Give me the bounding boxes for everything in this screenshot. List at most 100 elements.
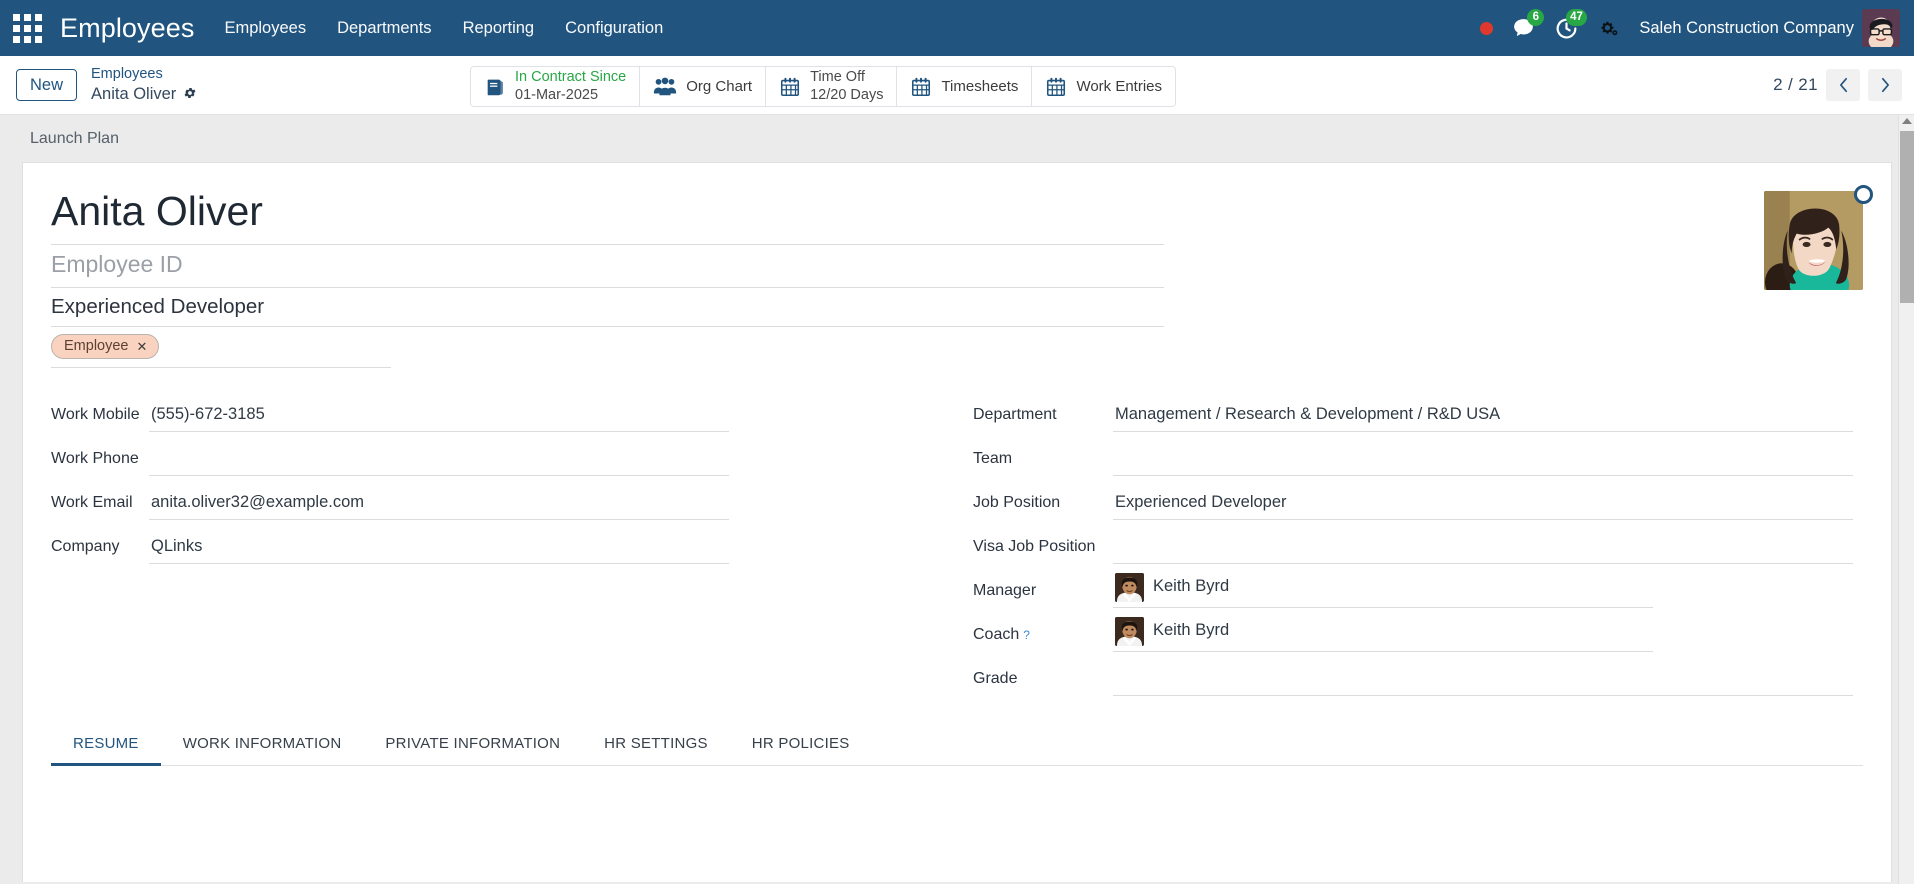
- field-company: Company QLinks: [51, 520, 923, 565]
- control-panel: New Employees Anita Oliver In Contract S…: [0, 56, 1914, 115]
- chat-bubble-icon[interactable]: 6: [1502, 8, 1545, 48]
- field-work-phone: Work Phone: [51, 432, 923, 477]
- app-name-employees[interactable]: Employees: [60, 13, 194, 44]
- employee-id-row: Employee ID: [51, 245, 1164, 288]
- apps-grid-dot: [34, 13, 42, 21]
- stat-text: In Contract Since 01-Mar-2025: [515, 69, 626, 103]
- tab-resume[interactable]: Resume: [51, 726, 161, 767]
- form-column-left: Work Mobile (555)-672-3185 Work Phone Wo…: [51, 388, 923, 696]
- field-visa-job-position: Visa Job Position: [973, 520, 1853, 565]
- help-icon[interactable]: ?: [1023, 628, 1030, 642]
- contract-book-glyph: [487, 79, 503, 95]
- tags-row[interactable]: Employee ✕: [51, 327, 391, 369]
- pager-previous-button[interactable]: [1826, 69, 1860, 101]
- field-label: Work Phone: [51, 450, 139, 468]
- gears-glyph: [1601, 21, 1618, 35]
- gears-icon[interactable]: [1588, 8, 1629, 48]
- manager-input[interactable]: Keith Byrd: [1113, 573, 1653, 609]
- apps-grid-dot: [23, 35, 31, 43]
- team-input[interactable]: [1113, 448, 1853, 477]
- form-column-right: Department Management / Research & Devel…: [973, 388, 1853, 697]
- pager: 2 / 21: [1773, 69, 1902, 101]
- menu-item-departments[interactable]: Departments: [335, 15, 433, 42]
- apps-grid-dot: [23, 24, 31, 32]
- job-position-input[interactable]: Experienced Developer: [1113, 492, 1853, 521]
- field-label: Department: [973, 406, 1057, 424]
- user-avatar[interactable]: [1862, 9, 1900, 47]
- field-label: Coach ?: [973, 626, 1113, 652]
- record-dot-shape: [1480, 21, 1494, 35]
- chevron-right-icon: [1881, 77, 1889, 93]
- employee-name-row: Anita Oliver: [51, 185, 1164, 245]
- tab-work-information[interactable]: Work Information: [161, 726, 364, 766]
- menu-item-configuration[interactable]: Configuration: [563, 15, 665, 42]
- clock-activity-icon[interactable]: 47: [1545, 8, 1588, 48]
- stat-button-org-chart[interactable]: Org Chart: [640, 67, 767, 106]
- company-name[interactable]: Saleh Construction Company: [1639, 19, 1854, 38]
- stat-button-timesheets[interactable]: Timesheets: [897, 67, 1033, 106]
- work-email-input[interactable]: anita.oliver32@example.com: [149, 492, 729, 521]
- tag-employee[interactable]: Employee ✕: [51, 334, 160, 360]
- employee-id-input[interactable]: Employee ID: [51, 245, 1164, 287]
- close-icon[interactable]: ✕: [136, 340, 147, 353]
- visa-job-position-input[interactable]: [1113, 536, 1853, 565]
- form-view-background: Launch Plan Anita Oliver Employee ID Exp…: [0, 115, 1914, 884]
- employee-name-input[interactable]: Anita Oliver: [51, 185, 1164, 244]
- new-button[interactable]: New: [16, 68, 78, 102]
- pager-counter[interactable]: 2 / 21: [1773, 75, 1818, 95]
- breadcrumb-current-record: Anita Oliver: [91, 84, 177, 103]
- scrollbar-thumb[interactable]: [1900, 131, 1914, 303]
- stat-title: Time Off: [810, 69, 865, 86]
- apps-grid-dot: [12, 24, 20, 32]
- stat-subtitle: 01-Mar-2025: [515, 86, 599, 103]
- pager-next-button[interactable]: [1868, 69, 1902, 101]
- department-input[interactable]: Management / Research & Development / R&…: [1113, 404, 1853, 433]
- vertical-scrollbar[interactable]: [1898, 115, 1914, 884]
- coach-avatar-image: [1115, 617, 1144, 647]
- calendar-icon: [1045, 76, 1067, 98]
- tab-private-information[interactable]: Private Information: [363, 726, 582, 766]
- company-input[interactable]: QLinks: [149, 536, 729, 565]
- record-sheet: Anita Oliver Employee ID Experienced Dev…: [22, 162, 1892, 882]
- org-chart-people-glyph: [654, 77, 677, 95]
- field-label: Team: [973, 450, 1013, 468]
- scroll-up-arrow-icon[interactable]: [1902, 118, 1912, 124]
- menu-item-reporting[interactable]: Reporting: [461, 15, 537, 42]
- grade-input[interactable]: [1113, 668, 1853, 697]
- record-dot-icon[interactable]: [1471, 8, 1502, 48]
- field-label: Manager: [973, 582, 1037, 600]
- field-label: Visa Job Position: [973, 538, 1096, 556]
- field-team: Team: [973, 432, 1853, 477]
- coach-input[interactable]: Keith Byrd: [1113, 617, 1653, 653]
- stat-button-in-contract-since[interactable]: In Contract Since 01-Mar-2025: [471, 67, 641, 106]
- field-label: Job Position: [973, 494, 1061, 512]
- edit-photo-icon[interactable]: [1854, 185, 1873, 204]
- user-avatar-image: [1862, 9, 1900, 47]
- stat-text: Time Off 12/20 Days: [810, 69, 883, 103]
- tab-hr-policies[interactable]: HR Policies: [730, 726, 872, 766]
- job-title-input[interactable]: Experienced Developer: [51, 288, 1164, 327]
- statusbar-item-launch-plan[interactable]: Launch Plan: [30, 130, 119, 148]
- stat-button-work-entries[interactable]: Work Entries: [1032, 67, 1176, 106]
- menu-item-employees[interactable]: Employees: [222, 15, 308, 42]
- apps-grid-dot: [23, 13, 31, 21]
- notebook-tabs: Resume Work Information Private Informat…: [51, 726, 1863, 767]
- coach-label-text: Coach: [973, 626, 1020, 644]
- coach-value: Keith Byrd: [1153, 620, 1230, 639]
- employee-photo-image: [1764, 191, 1863, 290]
- stat-button-time-off[interactable]: Time Off 12/20 Days: [766, 67, 898, 106]
- apps-grid-dot: [34, 35, 42, 43]
- work-phone-input[interactable]: [149, 448, 729, 477]
- work-mobile-input[interactable]: (555)-672-3185: [149, 404, 729, 433]
- calendar-glyph: [781, 77, 800, 96]
- breadcrumb-item-employees[interactable]: Employees: [91, 66, 197, 84]
- tab-hr-settings[interactable]: HR Settings: [582, 726, 730, 766]
- field-work-mobile: Work Mobile (555)-672-3185: [51, 388, 923, 433]
- breadcrumb-current-row: Anita Oliver: [91, 84, 197, 104]
- form-grid: Work Mobile (555)-672-3185 Work Phone Wo…: [51, 388, 1863, 697]
- employee-photo[interactable]: [1764, 191, 1863, 290]
- main-menu: Employees Departments Reporting Configur…: [222, 15, 665, 42]
- apps-grid-icon[interactable]: [10, 11, 44, 45]
- systray: 6 47 Saleh Construction Company: [1471, 8, 1900, 48]
- gear-icon[interactable]: [183, 86, 197, 102]
